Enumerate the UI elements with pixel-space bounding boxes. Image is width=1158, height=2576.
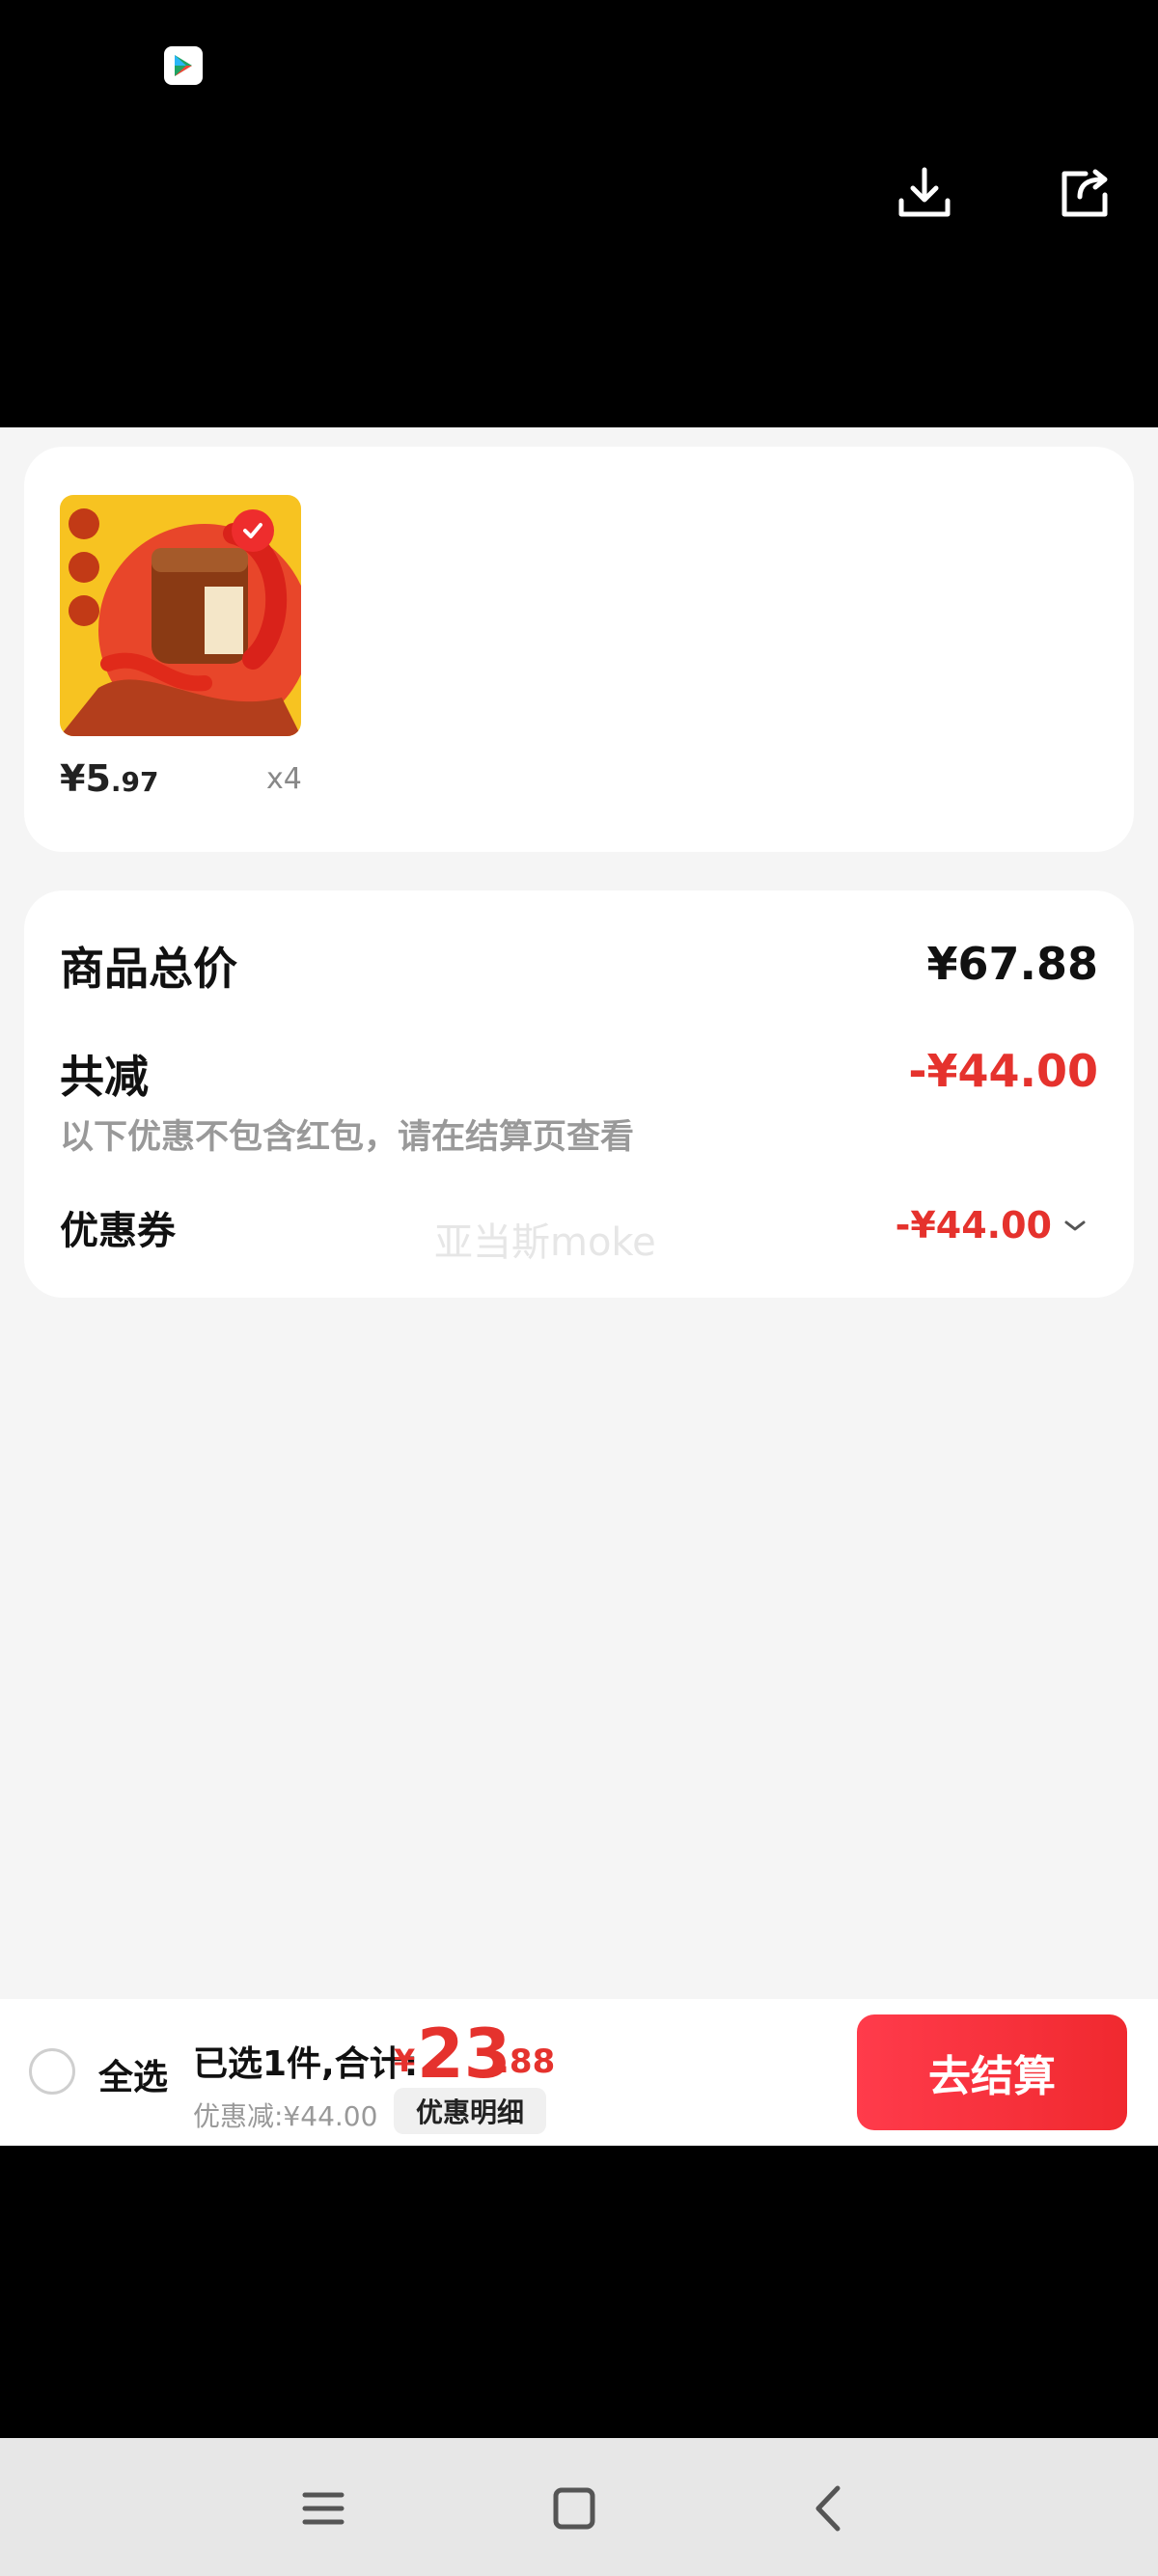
- back-chevron-icon[interactable]: [794, 2475, 862, 2542]
- discount-amount: 优惠减:¥44.00: [193, 2100, 378, 2132]
- coupon-value[interactable]: -¥44.00: [896, 1204, 1052, 1247]
- check-icon[interactable]: [232, 509, 274, 552]
- price-integer: ¥5: [60, 757, 111, 800]
- total-decimal: .88: [497, 2042, 556, 2081]
- share-icon[interactable]: [1047, 154, 1124, 232]
- select-all-label[interactable]: 全选: [98, 2049, 168, 2099]
- product-price: ¥5.97: [60, 757, 159, 800]
- watermark-text: 亚当斯moke: [434, 1220, 656, 1265]
- reduction-value: -¥44.00: [908, 1045, 1098, 1097]
- download-icon[interactable]: [886, 154, 963, 232]
- reduction-label: 共减: [60, 1051, 149, 1103]
- chevron-down-icon[interactable]: [1062, 1218, 1090, 1237]
- coupon-label: 优惠券: [60, 1209, 176, 1253]
- total-price-label: 商品总价: [60, 943, 237, 995]
- play-store-icon: [164, 46, 203, 85]
- home-square-icon[interactable]: [540, 2475, 608, 2542]
- menu-icon[interactable]: [290, 2475, 357, 2542]
- total-price-value: ¥67.88: [926, 938, 1098, 990]
- discount-note: 以下优惠不包含红包，请在结算页查看: [60, 1118, 635, 1157]
- total-yen: ¥: [394, 2042, 416, 2079]
- selected-count-text: 已选1件,合计:: [193, 2044, 419, 2084]
- checkout-button[interactable]: 去结算: [857, 2014, 1127, 2130]
- lower-black-area: [0, 2146, 1158, 2438]
- discount-detail-button[interactable]: 优惠明细: [394, 2088, 546, 2134]
- select-all-radio[interactable]: [29, 2048, 75, 2095]
- product-quantity: x4: [266, 762, 302, 796]
- price-decimal: .97: [110, 766, 159, 798]
